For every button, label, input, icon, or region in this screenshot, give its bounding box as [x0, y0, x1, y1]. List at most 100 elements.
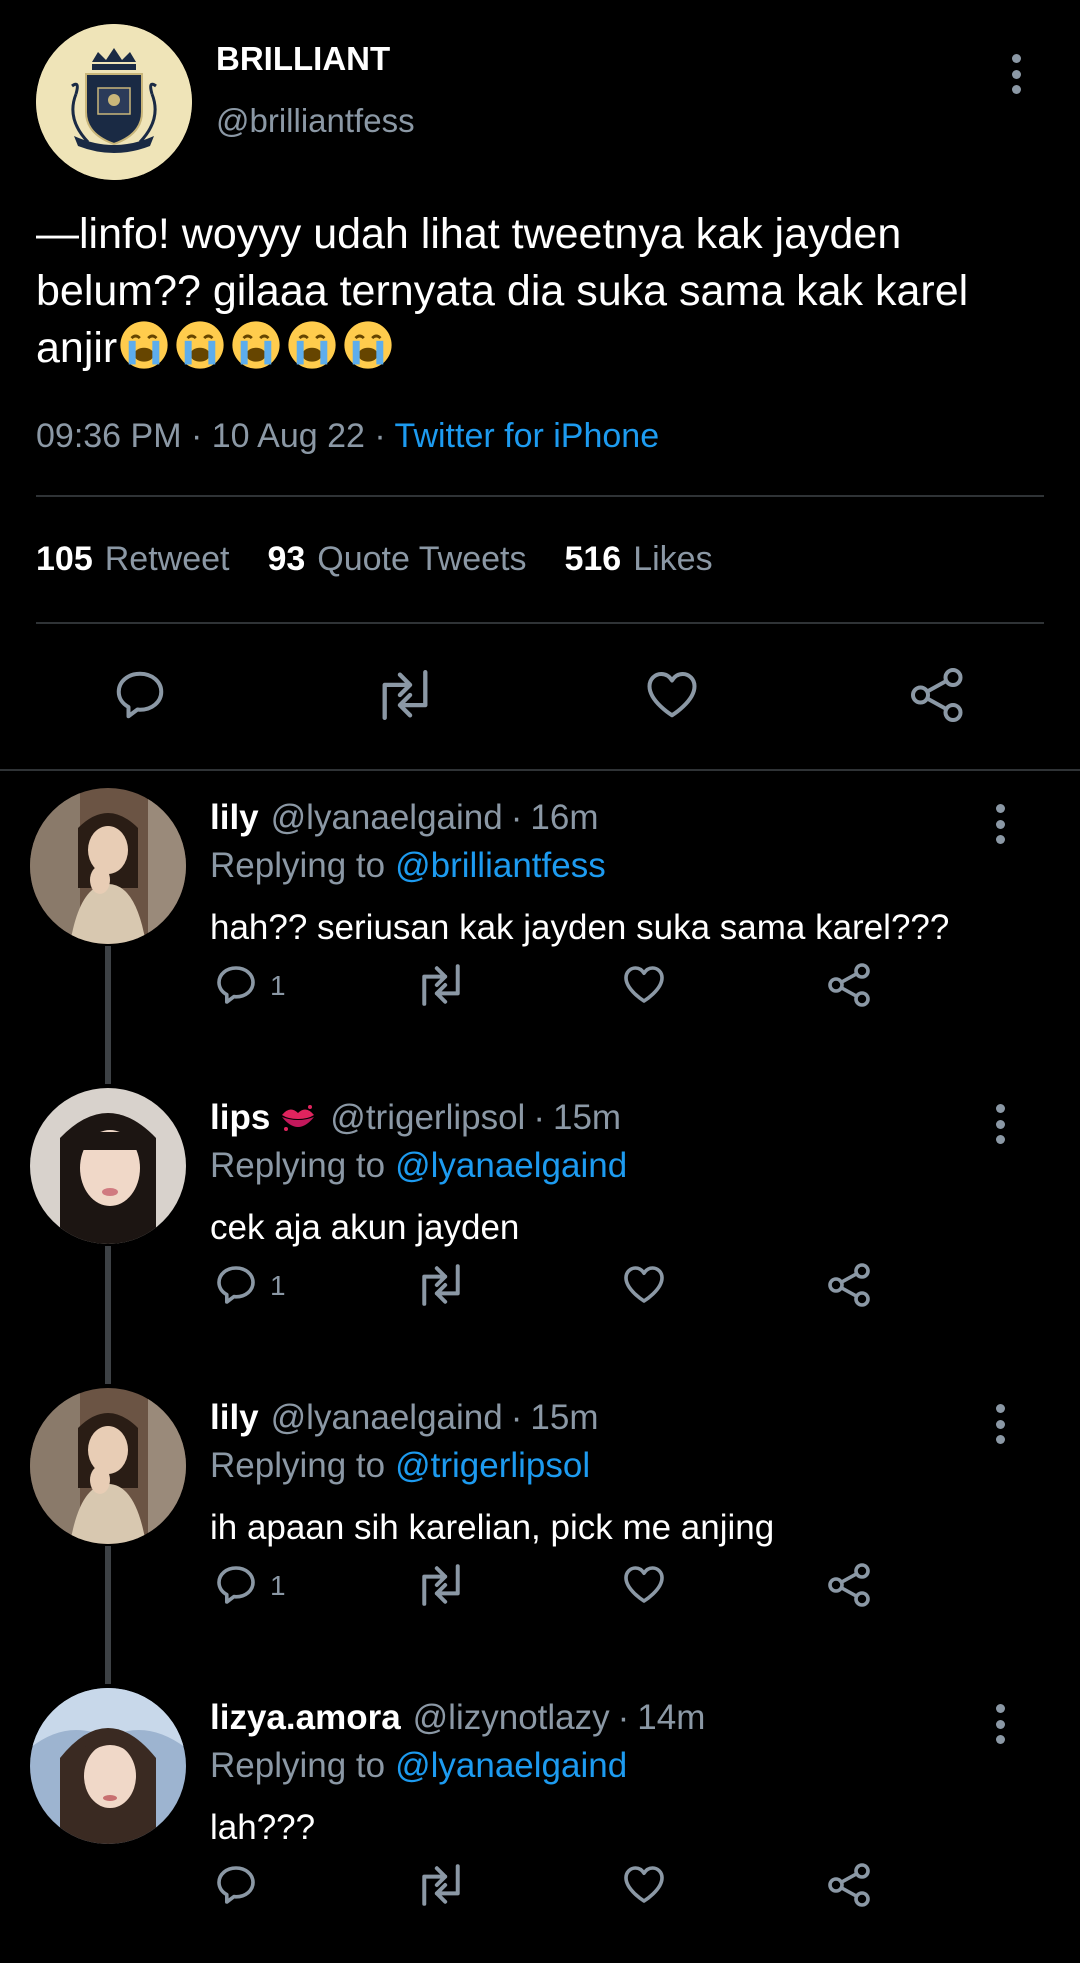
reply-icon[interactable] — [110, 664, 170, 726]
author-name[interactable]: BRILLIANT — [216, 40, 390, 78]
replying-to-link[interactable]: @lyanaelgaind — [395, 1146, 627, 1185]
meta-separator: · — [510, 798, 523, 837]
like-heart-icon[interactable] — [620, 1860, 668, 1908]
reply-text: ih apaan sih karelian, pick me anjing — [210, 1508, 775, 1547]
reply-icon[interactable] — [212, 1260, 260, 1310]
loudly-crying-face-emoji-icon — [231, 320, 281, 370]
reply-header: lily @lyanaelgaind · 15m — [210, 1398, 598, 1438]
reply-count: 1 — [270, 1570, 286, 1601]
reply-text: hah?? seriusan kak jayden suka sama kare… — [210, 908, 950, 947]
reply-author-handle[interactable]: @lyanaelgaind — [271, 1398, 503, 1438]
reply-tweet[interactable]: lips @trigerlipsol · 15m Replying to @lya… — [0, 1070, 1080, 1370]
avatar[interactable] — [30, 1688, 186, 1844]
meta-separator: · — [190, 417, 203, 455]
likes-count: 516 — [564, 540, 622, 578]
loudly-crying-face-emoji-icon — [343, 320, 393, 370]
meta-separator: · — [533, 1098, 545, 1137]
avatar[interactable] — [30, 788, 186, 944]
replying-to: Replying to @trigerlipsol — [210, 1446, 590, 1486]
reply-count: 1 — [270, 1270, 286, 1301]
reply-time: 15m — [552, 1098, 622, 1137]
divider — [36, 622, 1044, 624]
replying-to: Replying to @brilliantfess — [210, 846, 606, 886]
reply-action-bar: 1 — [0, 1560, 1080, 1620]
more-options-icon[interactable] — [988, 1100, 1012, 1148]
reply-action-bar: 1 — [0, 960, 1080, 1020]
replying-to-label: Replying to — [210, 846, 386, 885]
more-options-icon[interactable] — [988, 1700, 1012, 1748]
tweet-text: —linfo! woyyy udah lihat tweetnya kak ja… — [36, 206, 1046, 377]
reply-tweet[interactable]: lily @lyanaelgaind · 16m Replying to @bri… — [0, 770, 1080, 1070]
like-heart-icon[interactable] — [620, 1260, 668, 1308]
tweet-action-bar — [0, 660, 1080, 732]
quote-tweets-stat[interactable]: 93 Quote Tweets — [267, 540, 526, 579]
reply-author-name[interactable]: lily — [210, 798, 259, 838]
share-icon[interactable] — [826, 1860, 874, 1910]
reply-author-handle[interactable]: @trigerlipsol — [330, 1098, 525, 1138]
share-icon[interactable] — [908, 664, 968, 726]
tweet-time: 09:36 PM — [36, 417, 182, 455]
retweets-stat[interactable]: 105 Retweet — [36, 540, 229, 579]
kiss-mark-emoji-icon — [278, 1101, 318, 1135]
replying-to-link[interactable]: @lyanaelgaind — [395, 1746, 627, 1785]
crest-logo-icon — [36, 24, 192, 180]
tweet-author: BRILLIANT @brilliantfess — [0, 0, 1080, 200]
tweet-stats: 105 Retweet 93 Quote Tweets 516 Likes — [36, 540, 713, 579]
reply-author-name[interactable]: lips — [210, 1098, 270, 1138]
replying-to-link[interactable]: @brilliantfess — [395, 846, 606, 885]
reply-author-name[interactable]: lizya.amora — [210, 1698, 401, 1738]
retweet-icon[interactable] — [413, 1862, 469, 1908]
replying-to-label: Replying to — [210, 1146, 386, 1185]
reply-time: 16m — [530, 798, 599, 837]
replying-to-label: Replying to — [210, 1446, 386, 1485]
loudly-crying-face-emoji-icon — [119, 320, 169, 370]
reply-text: lah??? — [210, 1808, 316, 1847]
retweet-icon[interactable] — [413, 1262, 469, 1308]
reply-header: lizya.amora @lizynotlazy · 14m — [210, 1698, 705, 1738]
reply-text: cek aja akun jayden — [210, 1208, 520, 1247]
replying-to-link[interactable]: @trigerlipsol — [395, 1446, 590, 1485]
tweet-date: 10 Aug 22 — [211, 417, 365, 455]
reply-time: 14m — [637, 1698, 706, 1737]
reply-tweet[interactable]: lizya.amora @lizynotlazy · 14m Replying … — [0, 1670, 1080, 1963]
share-icon[interactable] — [826, 1560, 874, 1610]
loudly-crying-face-emoji-icon — [287, 320, 337, 370]
author-handle[interactable]: @brilliantfess — [216, 102, 415, 140]
loudly-crying-face-emoji-icon — [175, 320, 225, 370]
replying-to: Replying to @lyanaelgaind — [210, 1746, 627, 1786]
reply-header: lily @lyanaelgaind · 16m — [210, 798, 598, 838]
retweet-icon[interactable] — [413, 1562, 469, 1608]
likes-label: Likes — [633, 540, 713, 578]
tweet-source-link[interactable]: Twitter for iPhone — [395, 417, 660, 455]
like-heart-icon[interactable] — [620, 1560, 668, 1608]
likes-stat[interactable]: 516 Likes — [564, 540, 712, 579]
more-options-icon[interactable] — [1004, 50, 1028, 98]
author-avatar[interactable] — [36, 24, 192, 180]
reply-header: lips @trigerlipsol · 15m — [210, 1098, 621, 1138]
crying-emoji-group — [119, 320, 393, 370]
reply-count: 1 — [270, 970, 286, 1001]
share-icon[interactable] — [826, 960, 874, 1010]
more-options-icon[interactable] — [988, 1400, 1012, 1448]
meta-separator: · — [374, 417, 386, 455]
reply-icon[interactable] — [212, 960, 260, 1010]
retweets-label: Retweet — [104, 540, 230, 578]
like-heart-icon[interactable] — [620, 960, 668, 1008]
replying-to: Replying to @lyanaelgaind — [210, 1146, 627, 1186]
retweet-icon[interactable] — [413, 962, 469, 1008]
share-icon[interactable] — [826, 1260, 874, 1310]
reply-tweet[interactable]: lily @lyanaelgaind · 15m Replying to @tri… — [0, 1370, 1080, 1670]
tweet-meta: 09:36 PM · 10 Aug 22 · Twitter for iPhon… — [36, 417, 659, 456]
meta-separator: · — [617, 1698, 630, 1737]
reply-author-handle[interactable]: @lyanaelgaind — [271, 798, 503, 838]
like-heart-icon[interactable] — [642, 664, 702, 724]
retweet-icon[interactable] — [372, 666, 438, 724]
reply-author-handle[interactable]: @lizynotlazy — [413, 1698, 610, 1738]
avatar[interactable] — [30, 1088, 186, 1244]
avatar[interactable] — [30, 1388, 186, 1544]
reply-icon[interactable] — [212, 1860, 260, 1910]
quotes-count: 93 — [267, 540, 306, 578]
more-options-icon[interactable] — [988, 800, 1012, 848]
reply-icon[interactable] — [212, 1560, 260, 1610]
reply-author-name[interactable]: lily — [210, 1398, 259, 1438]
